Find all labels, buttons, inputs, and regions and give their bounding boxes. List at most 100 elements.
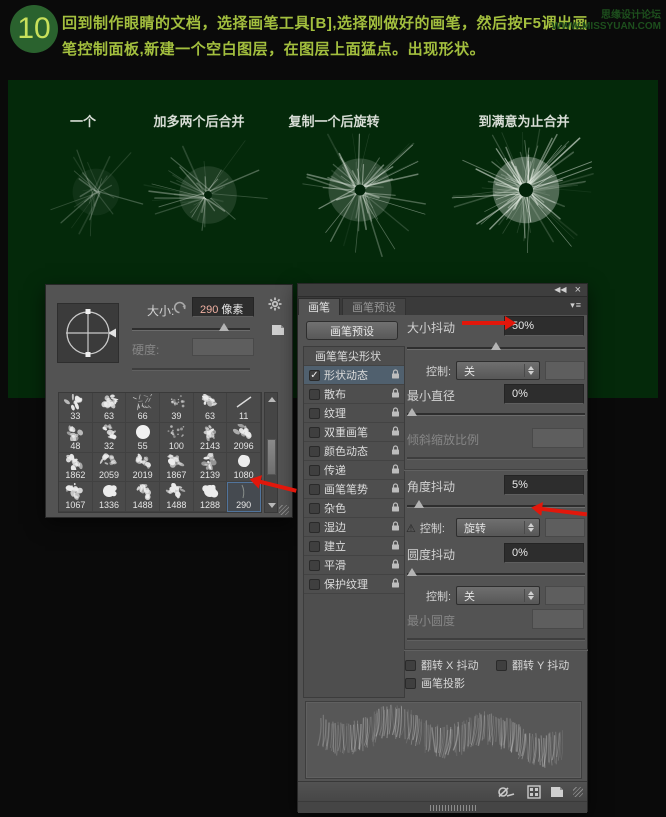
scroll-up-icon[interactable] [268, 397, 276, 402]
reset-size-icon[interactable] [172, 299, 188, 320]
option-protect-texture[interactable]: 保护纹理 [304, 575, 404, 594]
drag-handle-icon[interactable] [430, 805, 476, 811]
brush-thumbnail-icon [202, 484, 219, 498]
option-brush-pose[interactable]: 画笔笔势 [304, 480, 404, 499]
shape-dynamics-checkbox[interactable]: ✓ [309, 369, 320, 381]
dual-brush-checkbox[interactable] [309, 426, 320, 438]
brush-projection-checkbox[interactable] [405, 677, 416, 689]
color-dynamics-checkbox[interactable] [309, 445, 320, 457]
step-instructions: 回到制作眼睛的文档，选择画笔工具[B],选择刚做好的画笔，然后按F5调出画 笔控… [62, 11, 622, 63]
brush-preset-2059[interactable]: 2059 [92, 452, 127, 483]
roundness-control-dropdown[interactable]: 关 [456, 586, 540, 605]
brush-preset-2019[interactable]: 2019 [126, 452, 160, 483]
brush-preset-1336[interactable]: 1336 [92, 482, 127, 512]
brush-preset-48[interactable]: 48 [59, 422, 93, 453]
brush-preset-1862[interactable]: 1862 [59, 452, 93, 483]
scroll-down-icon[interactable] [268, 503, 276, 508]
roundness-jitter-input[interactable]: 0% [504, 543, 584, 563]
brush-preset-33[interactable]: 33 [59, 393, 93, 423]
lock-icon [392, 540, 399, 550]
flip-x-label: 翻转 X 抖动 [421, 660, 479, 672]
size-control-dropdown[interactable]: 关 [456, 361, 540, 380]
brush-preset-1488[interactable]: 1488 [160, 482, 194, 512]
new-preset-icon[interactable] [270, 323, 285, 342]
brush-angle-widget[interactable] [57, 303, 119, 363]
option-brush-tip-shape[interactable]: 画笔笔尖形状 [304, 347, 404, 366]
scattering-checkbox[interactable] [309, 388, 320, 400]
tab-brush[interactable]: 画笔 [298, 298, 340, 315]
stepper-icon [524, 589, 537, 602]
brush-preset-32[interactable]: 32 [92, 422, 127, 453]
size-jitter-input[interactable]: 50% [504, 316, 584, 336]
brush-options-list: 画笔笔尖形状 ✓ 形状动态散布纹理双重画笔 颜色动态 传递 画笔笔势杂色湿边 建立 平滑 保护纹… [303, 346, 405, 698]
option-label: 形状动态 [324, 370, 368, 382]
brush-thumbnail-icon [67, 424, 84, 441]
brush-size-number: 1288 [199, 500, 220, 510]
brush-preset-66[interactable]: 66 [126, 393, 160, 423]
brush-presets-button[interactable]: 画笔预设 [306, 321, 398, 340]
picker-scrollbar[interactable] [264, 392, 278, 513]
panel-resize-grip[interactable] [573, 787, 583, 797]
brush-preset-100[interactable]: 100 [160, 422, 194, 453]
brush-thumbnail-icon [201, 393, 218, 407]
brush-thumbnail-icon [167, 424, 185, 438]
brush-projection-label: 画笔投影 [421, 678, 465, 690]
option-shape-dynamics[interactable]: ✓ 形状动态 [304, 366, 404, 385]
stepper-icon [524, 364, 537, 377]
option-wet-edges[interactable]: 湿边 [304, 518, 404, 537]
min-diameter-label: 最小直径 [407, 388, 456, 403]
gear-icon[interactable] [268, 297, 282, 316]
collapse-panel-icon[interactable]: ◀◀ [554, 286, 566, 294]
brush-preset-1488[interactable]: 1488 [126, 482, 160, 512]
transfer-checkbox[interactable] [309, 464, 320, 476]
texture-checkbox[interactable] [309, 407, 320, 419]
size-jitter-slider[interactable] [407, 342, 585, 350]
panel-menu-icon[interactable]: ▾≡ [570, 300, 582, 311]
brush-size-number: 63 [204, 410, 215, 421]
tab-brush-presets[interactable]: 画笔预设 [342, 298, 406, 315]
smoothing-checkbox[interactable] [309, 559, 320, 571]
option-transfer[interactable]: 传递 [304, 461, 404, 480]
size-slider[interactable] [132, 323, 250, 331]
brush-preset-1288[interactable]: 1288 [193, 482, 228, 512]
brush-preset-63[interactable]: 63 [92, 393, 127, 423]
brush-preset-2096[interactable]: 2096 [227, 422, 261, 453]
option-noise[interactable]: 杂色 [304, 499, 404, 518]
brush-thumbnail-icon [236, 396, 252, 408]
close-panel-icon[interactable]: × [575, 285, 581, 296]
brush-preset-39[interactable]: 39 [160, 393, 194, 423]
flip-x-checkbox[interactable] [405, 659, 416, 671]
option-smoothing[interactable]: 平滑 [304, 556, 404, 575]
flip-y-checkbox[interactable] [496, 659, 507, 671]
protect-texture-checkbox[interactable] [309, 578, 320, 590]
brush-preset-1067[interactable]: 1067 [59, 482, 93, 512]
brush-preset-2143[interactable]: 2143 [193, 422, 228, 453]
brush-preset-55[interactable]: 55 [126, 422, 160, 453]
angle-control-dropdown[interactable]: 旋转 [456, 518, 540, 537]
scroll-thumb[interactable] [267, 439, 276, 475]
annotation-arrow-size-jitter [462, 316, 516, 330]
brush-pose-checkbox[interactable] [309, 483, 320, 495]
size-input[interactable]: 290 像素 [192, 297, 254, 317]
roundness-jitter-slider[interactable] [407, 568, 585, 576]
option-build-up[interactable]: 建立 [304, 537, 404, 556]
option-texture[interactable]: 纹理 [304, 404, 404, 423]
min-diameter-input[interactable]: 0% [504, 384, 584, 404]
min-diameter-slider[interactable] [407, 408, 585, 416]
brush-preset-11[interactable]: 11 [227, 393, 261, 423]
noise-checkbox[interactable] [309, 502, 320, 514]
brush-preset-63[interactable]: 63 [193, 393, 228, 423]
option-label: 纹理 [324, 408, 346, 420]
option-label: 杂色 [324, 503, 346, 515]
brush-preset-2139[interactable]: 2139 [193, 452, 228, 483]
brush-thumbnail-icon [135, 453, 151, 470]
option-color-dynamics[interactable]: 颜色动态 [304, 442, 404, 461]
build-up-checkbox[interactable] [309, 540, 320, 552]
step-number-badge: 10 [10, 5, 58, 53]
option-dual-brush[interactable]: 双重画笔 [304, 423, 404, 442]
picker-resize-grip[interactable] [279, 505, 289, 515]
brush-preset-1867[interactable]: 1867 [160, 452, 194, 483]
angle-jitter-input[interactable]: 5% [504, 475, 584, 495]
wet-edges-checkbox[interactable] [309, 521, 320, 533]
option-scattering[interactable]: 散布 [304, 385, 404, 404]
